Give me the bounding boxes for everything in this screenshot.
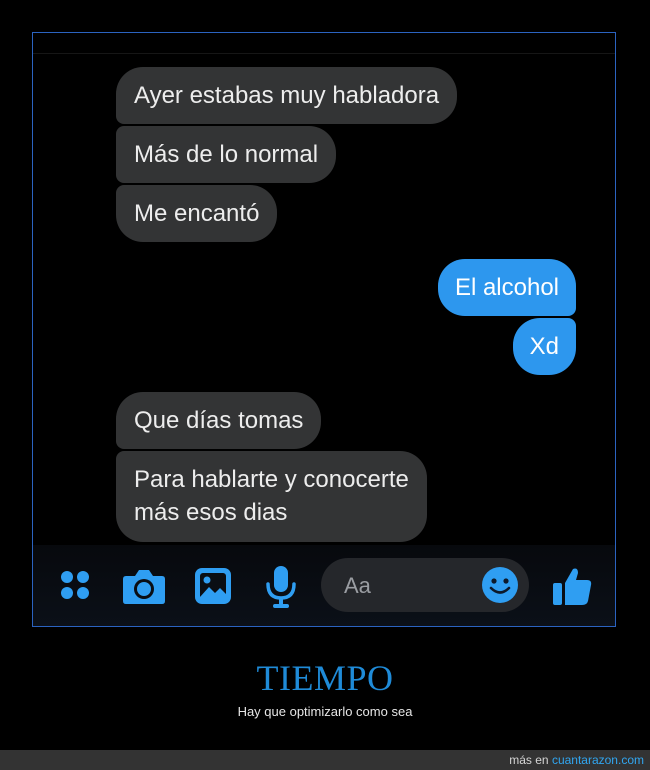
post-title: TIEMPO [256, 658, 394, 698]
message-text-line: más esos dias [134, 499, 288, 526]
chat-screenshot: Ayer estabas muy habladora Más de lo nor… [32, 32, 616, 627]
message-text: Me encantó [134, 200, 260, 227]
message-text-line: Para hablarte y conocerte [134, 466, 409, 493]
message-text: Que días tomas [134, 407, 304, 434]
message-bubble-incoming[interactable]: Me encantó [116, 185, 278, 242]
message-text: Más de lo normal [134, 141, 319, 168]
thumbs-up-icon[interactable] [551, 565, 593, 607]
footer-site-link[interactable]: cuantarazon.com [552, 753, 644, 767]
message-text: Xd [529, 333, 559, 360]
message-bubble-outgoing[interactable]: El alcohol [437, 259, 576, 316]
message-bubble-incoming[interactable]: Que días tomas [116, 392, 322, 449]
site-footer: más en cuantarazon.com [0, 750, 650, 770]
post-subtitle: Hay que optimizarlo como sea [237, 704, 413, 719]
footer-credit: más en cuantarazon.com [509, 753, 644, 767]
message-text: Ayer estabas muy habladora [134, 82, 440, 109]
message-input-placeholder: Aa [344, 573, 371, 598]
camera-icon[interactable] [122, 567, 166, 605]
message-composer: Aa [33, 545, 615, 626]
message-bubble-incoming[interactable]: Más de lo normal [116, 126, 337, 183]
header-divider [33, 53, 615, 54]
apps-icon[interactable] [59, 569, 93, 603]
message-input[interactable]: Aa [321, 558, 529, 612]
gallery-icon[interactable] [194, 567, 232, 605]
microphone-icon[interactable] [265, 565, 297, 609]
emoji-icon[interactable] [481, 566, 519, 604]
message-bubble-incoming[interactable]: Para hablarte y conocerte más esos dias [116, 451, 427, 542]
footer-prefix: más en [509, 753, 549, 767]
message-text: El alcohol [454, 274, 559, 301]
message-bubble-outgoing[interactable]: Xd [512, 318, 576, 375]
message-bubble-incoming[interactable]: Ayer estabas muy habladora [116, 67, 458, 124]
